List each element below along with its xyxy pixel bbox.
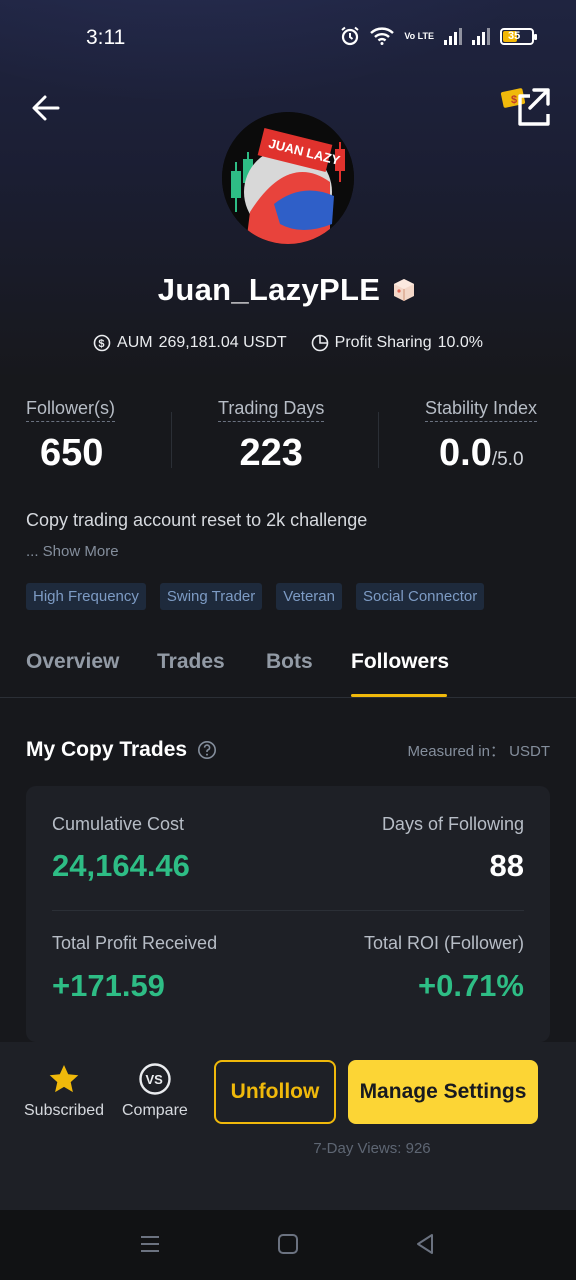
tag-list: High Frequency Swing Trader Veteran Soci… <box>26 583 485 610</box>
system-nav-bar <box>0 1210 576 1280</box>
measured-unit: USDT <box>509 742 550 760</box>
stat-value-group: 0.0/5.0 <box>425 432 537 475</box>
tab-trades[interactable]: Trades <box>157 650 225 674</box>
aum-value: 269,181.04 USDT <box>158 334 287 351</box>
copy-trades-header: My Copy Trades Measured in： USDT <box>26 738 550 762</box>
active-tab-indicator <box>351 694 447 697</box>
tab-bots[interactable]: Bots <box>266 650 313 674</box>
signal-icon-2 <box>472 27 490 45</box>
status-icons: Vo LTE 35 <box>340 26 537 46</box>
bottom-action-bar: Subscribed VS Compare Unfollow Manage Se… <box>0 1042 576 1210</box>
help-icon[interactable] <box>197 740 217 760</box>
measured-label: Measured in： <box>407 742 505 760</box>
total-profit-label: Total Profit Received <box>52 933 218 953</box>
show-more-link[interactable]: ... Show More <box>26 543 119 560</box>
stat-stability-index[interactable]: Stability Index 0.0/5.0 <box>425 398 538 475</box>
divider <box>52 910 524 911</box>
cumulative-cost-label: Cumulative Cost <box>52 814 185 834</box>
stat-label: Stability Index <box>425 398 538 422</box>
subscribed-button[interactable]: Subscribed <box>24 1062 104 1120</box>
status-bar: 3:11 Vo LTE 35 <box>0 0 576 76</box>
share-button[interactable]: $ <box>500 86 550 128</box>
alarm-icon <box>341 26 359 46</box>
days-following-label: Days of Following <box>381 814 524 834</box>
volte-indicator: Vo LTE <box>404 30 434 41</box>
subscribed-label: Subscribed <box>24 1102 105 1119</box>
arrow-left-icon <box>32 95 60 121</box>
compare-button[interactable]: VS Compare <box>122 1062 188 1120</box>
bio-text: Copy trading account reset to 2k challen… <box>26 510 368 530</box>
tag: Veteran <box>276 583 342 610</box>
tag: Swing Trader <box>159 583 263 610</box>
stat-value: 650 <box>40 432 104 474</box>
stat-followers[interactable]: Follower(s) 650 <box>26 398 116 475</box>
pie-chart-icon <box>311 334 328 352</box>
stat-value: 223 <box>239 432 303 474</box>
avatar[interactable]: JUAN LAZY <box>222 112 354 244</box>
profit-sharing: Profit Sharing 10.0% <box>311 334 483 352</box>
cube-badge-icon <box>394 279 415 301</box>
stat-suffix: /5.0 <box>491 449 524 470</box>
profit-sharing-label: Profit Sharing <box>334 334 432 351</box>
stat-label: Follower(s) <box>26 398 116 422</box>
total-roi-value: +0.71% <box>417 968 524 1003</box>
profit-sharing-value: 10.0% <box>437 334 483 351</box>
trader-name: Juan_LazyPLE <box>157 272 381 307</box>
divider <box>378 412 379 468</box>
home-square-icon[interactable] <box>276 1232 300 1256</box>
stat-value: 0.0 <box>439 432 492 474</box>
svg-text:VS: VS <box>145 1072 163 1087</box>
menu-icon[interactable] <box>138 1232 162 1256</box>
copy-trades-card: Cumulative Cost 24,164.46 Days of Follow… <box>26 786 550 1042</box>
stat-trading-days[interactable]: Trading Days 223 <box>218 398 325 475</box>
total-profit-value: +171.59 <box>52 968 165 1003</box>
aum: $ AUM 269,181.04 USDT <box>93 334 287 352</box>
divider <box>171 412 172 468</box>
tab-bar: Overview Trades Bots Followers <box>0 640 576 698</box>
tab-followers[interactable]: Followers <box>351 650 449 674</box>
stats-row: Follower(s) 650 Trading Days 223 Stabili… <box>0 398 576 478</box>
battery-level: 35 <box>508 30 521 42</box>
stat-label: Trading Days <box>218 398 325 422</box>
total-roi-label: Total ROI (Follower) <box>363 933 524 953</box>
section-title: My Copy Trades <box>26 738 217 762</box>
signal-icon <box>444 27 462 45</box>
aum-label: AUM <box>117 334 153 351</box>
cumulative-cost-value: 24,164.46 <box>52 848 190 883</box>
dollar-circle-icon: $ <box>93 334 111 352</box>
star-icon <box>49 1065 79 1093</box>
back-button[interactable] <box>28 90 64 126</box>
status-time: 3:11 <box>86 26 126 49</box>
unfollow-button[interactable]: Unfollow <box>214 1060 336 1124</box>
tag: High Frequency <box>26 583 146 610</box>
seven-day-views: 7-Day Views: 926 <box>313 1140 431 1157</box>
tag: Social Connector <box>355 583 485 610</box>
svg-text:$: $ <box>511 94 517 106</box>
measured-in: Measured in： USDT <box>407 740 550 761</box>
days-following-value: 88 <box>489 848 524 883</box>
manage-settings-button[interactable]: Manage Settings <box>348 1060 538 1124</box>
trader-name-row: Juan_LazyPLE <box>0 272 576 308</box>
wifi-icon <box>370 27 395 45</box>
meta-row: $ AUM 269,181.04 USDT Profit Sharing 10.… <box>0 334 576 352</box>
tab-overview[interactable]: Overview <box>26 650 119 674</box>
vs-icon: VS <box>139 1063 171 1095</box>
external-link-icon <box>518 88 550 126</box>
compare-label: Compare <box>122 1102 188 1119</box>
back-triangle-icon[interactable] <box>413 1232 437 1256</box>
svg-text:$: $ <box>98 338 104 350</box>
battery-icon: 35 <box>500 27 537 45</box>
copy-trades-title: My Copy Trades <box>26 738 188 761</box>
